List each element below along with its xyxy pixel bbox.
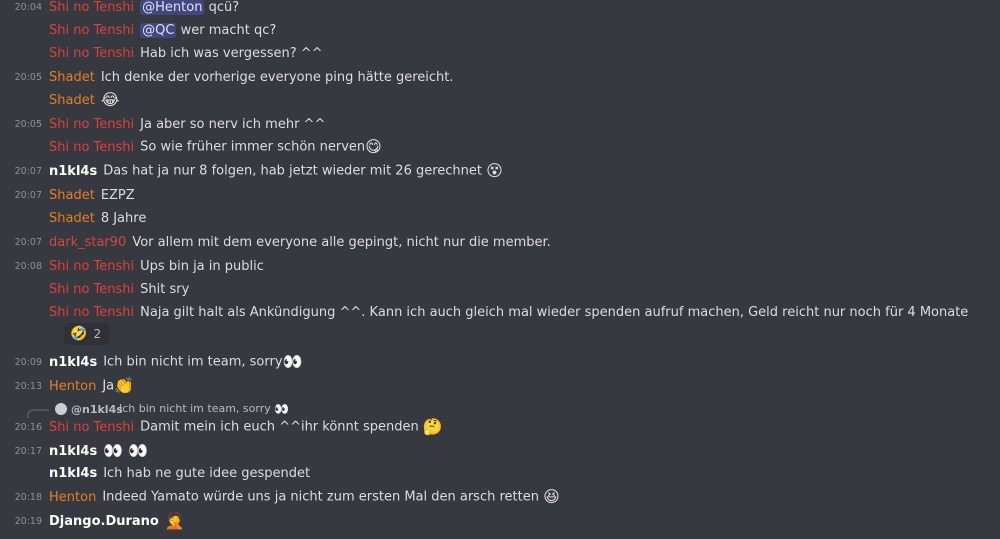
message-text: Ich bin nicht im team, sorry👀 — [103, 352, 303, 371]
message-text: 8 Jahre — [100, 210, 147, 226]
timestamp: 20:08 — [14, 260, 42, 272]
timestamp: 20:07 — [14, 236, 42, 248]
message-text: 👀 👀 — [103, 443, 148, 459]
author-name[interactable]: Shi no Tenshi — [49, 420, 134, 435]
author-name[interactable]: Shadet — [49, 211, 95, 226]
message-text: 😂 — [101, 92, 120, 108]
message-text: So wie früher immer schön nerven😋 — [140, 137, 382, 156]
message-text: Vor allem mit dem everyone alle gepingt,… — [132, 234, 551, 250]
message-text: Hab ich was vergessen? ^^ — [140, 45, 323, 61]
message[interactable]: 20:17 n1kl4s 👀 👀 — [0, 440, 1000, 462]
message[interactable]: 20:07 Shadet EZPZ — [0, 184, 1000, 206]
author-name[interactable]: Shadet — [49, 70, 95, 85]
message[interactable]: Shi no Tenshi Shit sry — [0, 278, 1000, 300]
tears-of-joy-emoji-icon: 😂 — [100, 90, 120, 109]
author-name[interactable]: Shi no Tenshi — [49, 305, 134, 320]
author-name[interactable]: n1kl4s — [49, 355, 97, 370]
message[interactable]: 20:05 Shadet Ich denke der vorherige eve… — [0, 66, 1000, 88]
thinking-emoji-icon: 🤔 — [422, 417, 443, 436]
timestamp: 20:17 — [14, 445, 42, 457]
reply-author[interactable]: @n1kl4s — [71, 403, 123, 416]
message-text: Ja👏 — [102, 376, 135, 395]
facepalm-emoji-icon: 🤦 — [164, 511, 185, 530]
message-text: @QC wer macht qc? — [140, 22, 277, 38]
author-name[interactable]: Shi no Tenshi — [49, 0, 134, 15]
author-name[interactable]: Henton — [49, 490, 96, 505]
author-name[interactable]: n1kl4s — [49, 164, 97, 179]
message-text: EZPZ — [100, 187, 135, 203]
timestamp: 20:05 — [14, 118, 42, 130]
author-name[interactable]: Shi no Tenshi — [49, 23, 134, 38]
timestamp: 20:05 — [14, 71, 42, 83]
author-name[interactable]: n1kl4s — [49, 444, 97, 459]
author-name[interactable]: Shi no Tenshi — [49, 140, 134, 155]
rofl-emoji-icon: 🤣 — [70, 326, 88, 342]
message[interactable]: 20:07 dark_star90 Vor allem mit dem ever… — [0, 231, 1000, 253]
timestamp: 20:13 — [14, 380, 42, 392]
reaction-button[interactable]: 🤣 2 — [64, 323, 110, 345]
message-text: Damit mein ich euch ^^ihr könnt spenden … — [140, 417, 443, 436]
message-text: Ich hab ne gute idee gespendet — [103, 465, 311, 481]
author-name[interactable]: dark_star90 — [49, 235, 126, 250]
timestamp: 20:04 — [14, 1, 42, 13]
user-mention[interactable]: @Henton — [140, 0, 205, 15]
message-text: @Henton qcü? — [140, 0, 240, 15]
message-text: Ups bin ja in public — [140, 258, 264, 274]
role-mention[interactable]: @QC — [140, 22, 177, 38]
author-name[interactable]: n1kl4s — [49, 466, 97, 481]
message[interactable]: 20:16 Shi no Tenshi Damit mein ich euch … — [0, 416, 1000, 438]
message[interactable]: 20:09 n1kl4s Ich bin nicht im team, sorr… — [0, 351, 1000, 373]
author-name[interactable]: Henton — [49, 379, 96, 394]
message-text: Das hat ja nur 8 folgen, hab jetzt wiede… — [103, 161, 503, 180]
message[interactable]: Shi no Tenshi Naja gilt halt als Ankündi… — [0, 301, 1000, 323]
message[interactable]: 20:13 Henton Ja👏 — [0, 375, 1000, 397]
timestamp: 20:18 — [14, 491, 42, 503]
timestamp: 20:09 — [14, 356, 42, 368]
message[interactable]: 20:19 Django.Durano 🤦 — [0, 510, 1000, 532]
timestamp: 20:07 — [14, 189, 42, 201]
message-text: Shit sry — [140, 281, 190, 297]
message[interactable]: 20:04 Shi no Tenshi @Henton qcü? — [0, 0, 1000, 18]
author-name[interactable]: Shadet — [49, 93, 95, 108]
laughing-emoji-icon: 😆 — [543, 487, 560, 506]
author-name[interactable]: Shi no Tenshi — [49, 282, 134, 297]
dizzy-face-emoji-icon: 😵 — [486, 161, 503, 180]
reaction-count: 2 — [93, 327, 102, 341]
message-text: Ich denke der vorherige everyone ping hä… — [100, 69, 454, 85]
message[interactable]: 20:08 Shi no Tenshi Ups bin ja in public — [0, 255, 1000, 277]
eyes-emoji-icon: 👀 — [274, 402, 290, 416]
message-text: Ja aber so nerv ich mehr ^^ — [140, 116, 326, 132]
author-name[interactable]: Django.Durano — [49, 514, 159, 529]
author-name[interactable]: Shi no Tenshi — [49, 117, 134, 132]
author-name[interactable]: Shadet — [49, 188, 95, 203]
message[interactable]: Shi no Tenshi So wie früher immer schön … — [0, 136, 1000, 158]
timestamp: 20:19 — [14, 515, 42, 527]
message[interactable]: 20:18 Henton Indeed Yamato würde uns ja … — [0, 486, 1000, 508]
message-text: 🤦 — [165, 513, 185, 529]
message[interactable]: n1kl4s Ich hab ne gute idee gespendet — [0, 462, 1000, 484]
message[interactable]: Shi no Tenshi Hab ich was vergessen? ^^ — [0, 42, 1000, 64]
message[interactable]: 20:05 Shi no Tenshi Ja aber so nerv ich … — [0, 113, 1000, 135]
yum-emoji-icon: 😋 — [365, 137, 382, 156]
message[interactable]: Shadet 8 Jahre — [0, 207, 1000, 229]
message-text: Naja gilt halt als Ankündigung ^^. Kann … — [140, 304, 969, 320]
message[interactable]: 20:07 n1kl4s Das hat ja nur 8 folgen, ha… — [0, 160, 1000, 182]
message-text: Indeed Yamato würde uns ja nicht zum ers… — [102, 487, 560, 506]
message[interactable]: Shi no Tenshi @QC wer macht qc? — [0, 19, 1000, 41]
eyes-emoji-icon: 👀 — [282, 352, 303, 371]
reply-text: Ich bin nicht im team, sorry 👀 — [119, 402, 290, 416]
author-name[interactable]: Shi no Tenshi — [49, 259, 134, 274]
message[interactable]: Shadet 😂 — [0, 89, 1000, 111]
eyes-emoji-icon: 👀 👀 — [103, 441, 149, 460]
author-name[interactable]: Shi no Tenshi — [49, 46, 134, 61]
timestamp: 20:16 — [14, 421, 42, 433]
clapping-emoji-icon: 👏 — [114, 376, 135, 395]
chat-messages: 20:04 Shi no Tenshi @Henton qcü? Shi no … — [0, 0, 1000, 539]
timestamp: 20:07 — [14, 165, 42, 177]
avatar — [55, 403, 67, 415]
